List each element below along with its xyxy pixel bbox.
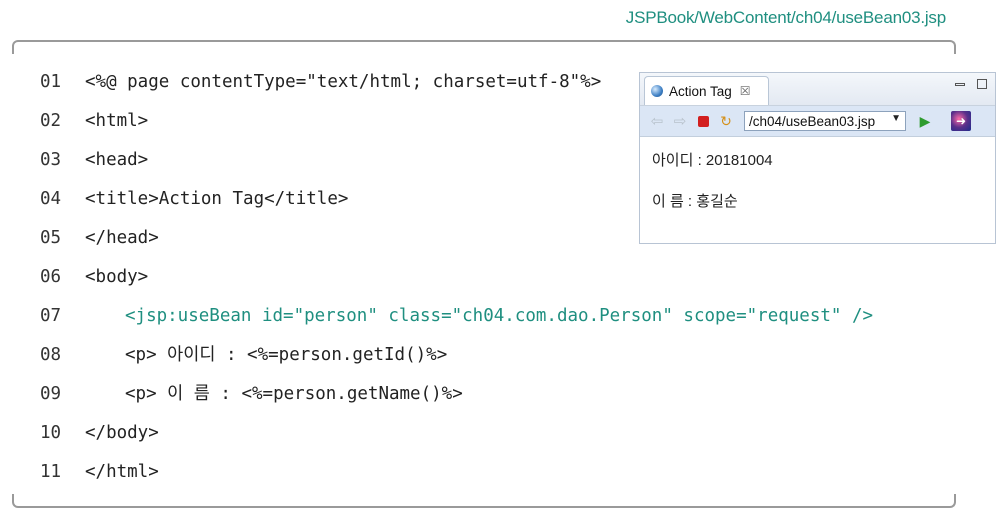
code-text: <body>: [85, 267, 149, 287]
line-number: 09: [40, 384, 62, 404]
browser-preview-window: Action Tag ☒ ⇦ ⇨ ↻ /ch04/useBean03.jsp ▼…: [639, 72, 996, 244]
code-text: </body>: [85, 423, 159, 443]
code-text: <p> 아이디 : <%=person.getId()%>: [125, 345, 448, 365]
output-name-line: 이 름 : 홍길순: [652, 193, 738, 210]
url-input[interactable]: /ch04/useBean03.jsp ▼: [744, 111, 906, 131]
go-play-icon[interactable]: ▶: [916, 112, 934, 130]
line-number: 04: [40, 189, 62, 209]
code-text: <html>: [85, 111, 149, 131]
minimize-icon[interactable]: [955, 79, 965, 89]
code-line: 11 </html>: [40, 454, 873, 493]
code-text: <jsp:useBean id="person" class="ch04.com…: [125, 306, 874, 326]
url-text: /ch04/useBean03.jsp: [749, 113, 876, 129]
code-line: 09 <p> 이 름 : <%=person.getName()%>: [40, 376, 873, 415]
code-text: <p> 이 름 : <%=person.getName()%>: [125, 384, 463, 404]
line-number: 03: [40, 150, 62, 170]
line-number: 05: [40, 228, 62, 248]
refresh-icon[interactable]: ↻: [717, 112, 735, 130]
line-number: 08: [40, 345, 62, 365]
back-arrow-icon[interactable]: ⇦: [648, 112, 666, 130]
browser-tab-bar: Action Tag ☒: [640, 73, 995, 106]
code-text: </html>: [85, 462, 159, 482]
globe-icon: [651, 85, 663, 97]
line-number: 07: [40, 306, 62, 326]
code-text: <head>: [85, 150, 149, 170]
code-line: 08 <p> 아이디 : <%=person.getId()%>: [40, 337, 873, 376]
maximize-icon[interactable]: [977, 79, 987, 89]
line-number: 01: [40, 72, 62, 92]
code-line: 10 </body>: [40, 415, 873, 454]
line-number: 11: [40, 462, 62, 482]
stop-icon[interactable]: [694, 112, 712, 130]
file-path-caption: JSPBook/WebContent/ch04/useBean03.jsp: [625, 8, 946, 27]
code-text: <title>Action Tag</title>: [85, 189, 349, 209]
line-number: 06: [40, 267, 62, 287]
code-line: 06 <body>: [40, 259, 873, 298]
eclipse-icon[interactable]: ➜: [951, 111, 971, 131]
line-number: 02: [40, 111, 62, 131]
code-frame-top: [12, 40, 956, 54]
window-controls: [955, 79, 987, 89]
chevron-down-icon[interactable]: ▼: [891, 113, 901, 124]
code-text: </head>: [85, 228, 159, 248]
tab-action-tag[interactable]: Action Tag ☒: [644, 76, 769, 105]
forward-arrow-icon[interactable]: ⇨: [671, 112, 689, 130]
output-id-line: 아이디 : 20181004: [652, 152, 773, 169]
line-number: 10: [40, 423, 62, 443]
code-line: 07 <jsp:useBean id="person" class="ch04.c…: [40, 298, 873, 337]
code-frame-bottom: [12, 494, 956, 508]
tab-title: Action Tag: [669, 83, 732, 99]
close-icon[interactable]: ☒: [740, 84, 751, 98]
code-text: <%@ page contentType="text/html; charset…: [85, 72, 602, 92]
browser-toolbar: ⇦ ⇨ ↻ /ch04/useBean03.jsp ▼ ▶ ➜: [640, 106, 995, 137]
browser-page-content: 아이디 : 20181004 이 름 : 홍길순: [640, 137, 995, 243]
